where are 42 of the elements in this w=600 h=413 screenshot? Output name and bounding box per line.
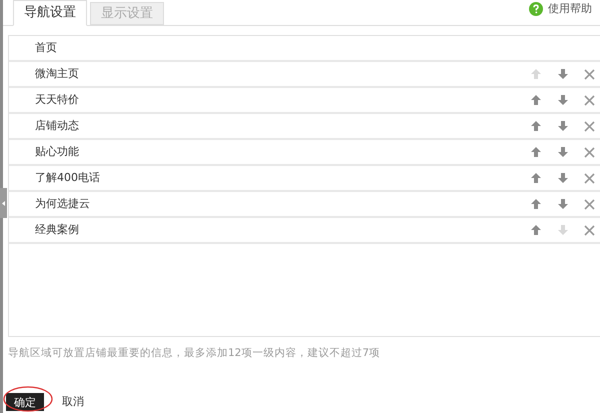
hint-text: 导航区域可放置店铺最重要的信息，最多添加12项一级内容，建议不超过7项: [8, 346, 382, 361]
close-icon[interactable]: [584, 68, 595, 80]
nav-item-row[interactable]: 微淘主页: [9, 62, 600, 88]
nav-item-label: 为何选捷云: [35, 196, 91, 212]
close-icon[interactable]: [584, 172, 595, 184]
help-link[interactable]: 使用帮助: [548, 0, 592, 17]
nav-item-row[interactable]: 天天特价: [9, 88, 600, 114]
nav-item-label: 了解400电话: [35, 170, 101, 186]
close-icon[interactable]: [584, 198, 595, 210]
nav-item-label: 微淘主页: [35, 66, 80, 82]
confirm-button[interactable]: 确定: [6, 393, 44, 411]
nav-item-row[interactable]: 经典案例: [9, 218, 600, 244]
up-arrow-icon[interactable]: [530, 172, 542, 184]
nav-item-label: 店铺动态: [35, 118, 80, 134]
nav-item-label: 贴心功能: [35, 144, 80, 160]
nav-item-label: 天天特价: [35, 92, 80, 108]
cancel-link[interactable]: 取消: [62, 394, 84, 410]
down-arrow-icon[interactable]: [557, 198, 569, 210]
collapse-handle[interactable]: [0, 188, 7, 218]
nav-item-row[interactable]: 贴心功能: [9, 140, 600, 166]
nav-item-row[interactable]: 店铺动态: [9, 114, 600, 140]
down-arrow-icon[interactable]: [557, 94, 569, 106]
up-arrow-icon[interactable]: [530, 198, 542, 210]
nav-item-row[interactable]: 首页: [9, 36, 600, 62]
nav-item-label: 首页: [35, 40, 58, 56]
up-arrow-icon[interactable]: [530, 224, 542, 236]
close-icon[interactable]: [584, 94, 595, 106]
highlight-ellipse: [2, 385, 54, 413]
nav-item-label: 经典案例: [35, 222, 80, 238]
close-icon[interactable]: [584, 224, 595, 236]
down-arrow-icon[interactable]: [557, 146, 569, 158]
tab[interactable]: 导航设置: [13, 0, 87, 26]
nav-item-row[interactable]: 为何选捷云: [9, 192, 600, 218]
up-arrow-icon[interactable]: [530, 120, 542, 132]
down-arrow-icon[interactable]: [557, 120, 569, 132]
up-arrow-icon[interactable]: [530, 146, 542, 158]
nav-item-row[interactable]: 了解400电话: [9, 166, 600, 192]
down-arrow-icon[interactable]: [557, 68, 569, 80]
up-arrow-icon[interactable]: [530, 94, 542, 106]
close-icon[interactable]: [584, 120, 595, 132]
down-arrow-icon[interactable]: [557, 172, 569, 184]
close-icon[interactable]: [584, 146, 595, 158]
